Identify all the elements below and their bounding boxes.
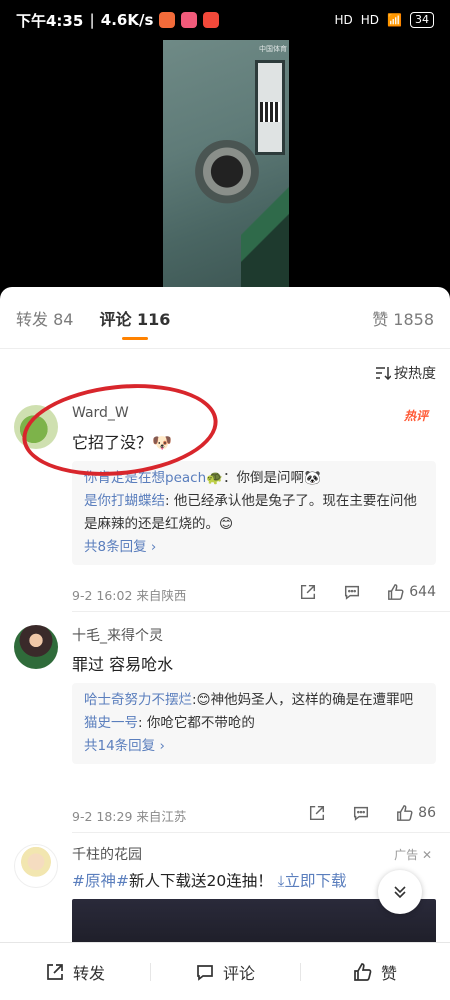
- scroll-down-button[interactable]: [378, 870, 422, 914]
- video-watermark: 中国体育: [259, 45, 287, 53]
- share-icon: [47, 963, 63, 980]
- chevron-double-down-icon: [394, 886, 406, 899]
- thumbs-up-icon: [388, 584, 404, 600]
- download-link[interactable]: ⤓立即下载: [278, 872, 347, 890]
- more-replies-link[interactable]: 共8条回复 ›: [84, 536, 424, 559]
- comment-actions: 86: [308, 804, 436, 822]
- more-replies-link[interactable]: 共14条回复 ›: [84, 735, 424, 758]
- reply-item: 是你打蝴蝶结: 他已经承认他是兔子了。现在主要在问他是麻辣的还是红烧的。😊: [84, 490, 424, 536]
- video-player[interactable]: 中国体育: [163, 40, 289, 290]
- app-notification-icon: [203, 12, 220, 28]
- status-bar: 下午4:35 | 4.6K/s HD HD 📶 34: [0, 0, 450, 40]
- reply-text: 🐢：你倒是问啊🐼: [206, 470, 321, 486]
- like-button[interactable]: 86: [396, 804, 436, 822]
- status-time: 下午4:35: [16, 11, 84, 30]
- sort-label: 按热度: [394, 366, 436, 382]
- ad-message: 新人下载送20连抽！: [128, 872, 273, 890]
- wifi-icon: 📶: [387, 13, 402, 27]
- app-notification-icon: [181, 12, 198, 28]
- sort-button[interactable]: 按热度: [375, 363, 436, 383]
- like-label: 赞: [380, 963, 397, 983]
- reply-list[interactable]: 你肯定是在想peach🐢：你倒是问啊🐼 是你打蝴蝶结: 他已经承认他是兔子了。现…: [72, 461, 436, 565]
- ad-tag[interactable]: 广告 ✕: [394, 846, 432, 863]
- reply-list[interactable]: 哈士奇努力不摆烂:😊神他妈圣人，这样的确是在遭罪吧 猫史一号: 你呛它都不带呛的…: [72, 683, 436, 764]
- signal-icon: HD: [334, 13, 353, 27]
- reply-item: 哈士奇努力不摆烂:😊神他妈圣人，这样的确是在遭罪吧: [84, 689, 424, 712]
- divider: [72, 611, 450, 612]
- video-frame-object: [241, 180, 289, 290]
- share-icon[interactable]: [299, 583, 317, 601]
- like-count: 644: [409, 584, 436, 600]
- reply-author[interactable]: 是你打蝴蝶结: [84, 493, 165, 509]
- tab-repost[interactable]: 转发 84: [16, 306, 73, 330]
- tab-likes[interactable]: 赞 1858: [372, 306, 434, 330]
- avatar[interactable]: [14, 844, 58, 888]
- like-button[interactable]: 644: [387, 583, 436, 601]
- comment-text: 罪过 容易呛水: [72, 655, 174, 674]
- comment-actions: 644: [299, 583, 436, 601]
- reply-item: 猫史一号: 你呛它都不带呛的: [84, 712, 424, 735]
- app-notification-icon: [159, 12, 176, 28]
- thumbs-up-icon: [354, 962, 372, 981]
- avatar[interactable]: [14, 625, 58, 669]
- ad-author[interactable]: 千柱的花园: [72, 844, 142, 864]
- hot-badge: 热评: [403, 409, 428, 423]
- reply-text: :😊神他妈圣人，这样的确是在遭罪吧: [192, 692, 414, 708]
- comment-label: 评论: [222, 963, 255, 983]
- reply-author[interactable]: 哈士奇努力不摆烂: [84, 692, 192, 708]
- bottom-action-bar: 转发 评论 赞: [0, 942, 450, 1000]
- comment-icon[interactable]: [343, 583, 361, 601]
- share-icon[interactable]: [308, 804, 326, 822]
- sort-icon: [376, 367, 391, 380]
- comment-icon: [197, 964, 213, 981]
- like-count: 86: [418, 805, 436, 821]
- video-frame-object: [260, 102, 280, 122]
- comment-meta: 9-2 18:29 来自江苏: [72, 809, 187, 824]
- battery-icon: 34: [410, 12, 434, 28]
- comments-sheet: 转发 84 评论 116 赞 1858 按热度 Ward_W 热评 它招了没？🐶…: [0, 287, 450, 1000]
- reply-author[interactable]: 猫史一号: [84, 715, 138, 731]
- reply-text: : 你呛它都不带呛的: [138, 715, 255, 731]
- ad-topic[interactable]: #原神#: [72, 872, 129, 890]
- comment-icon[interactable]: [352, 804, 370, 822]
- thumbs-up-icon: [397, 805, 413, 821]
- comment-author[interactable]: 十毛_来得个灵: [72, 625, 163, 645]
- signal-icon: HD: [360, 13, 380, 27]
- comment-meta: 9-2 16:02 来自陕西: [72, 588, 187, 603]
- network-speed: 4.6K/s: [100, 11, 154, 29]
- repost-label: 转发: [72, 963, 105, 983]
- comment-button[interactable]: 评论: [150, 943, 300, 1000]
- ad-text: #原神#新人下载送20连抽！ ⤓立即下载: [72, 869, 347, 891]
- post-tabs: 转发 84 评论 116 赞 1858: [0, 287, 450, 349]
- like-button[interactable]: 赞: [300, 943, 450, 1000]
- repost-button[interactable]: 转发: [0, 943, 150, 1000]
- tab-comments[interactable]: 评论 116: [99, 306, 170, 330]
- ad-tag-label: 广告: [394, 848, 419, 862]
- close-icon[interactable]: ✕: [422, 848, 432, 862]
- divider: [72, 832, 450, 833]
